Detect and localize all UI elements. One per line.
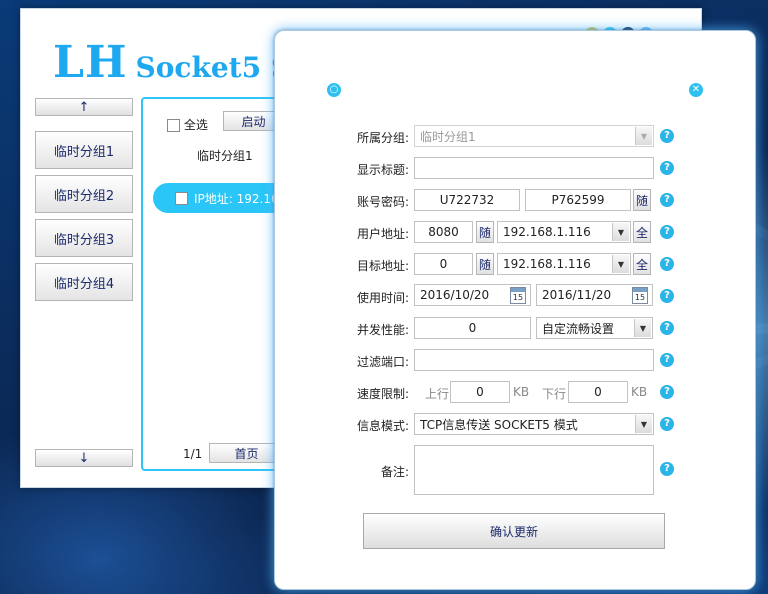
download-limit-input[interactable]: 0	[568, 381, 628, 403]
all-ip-button[interactable]: 全	[633, 253, 651, 275]
scroll-down-button[interactable]: ↓	[35, 449, 133, 467]
help-icon[interactable]: ?	[660, 225, 674, 239]
chevron-down-icon[interactable]: ▼	[612, 255, 629, 273]
upload-label: 上行	[425, 387, 450, 401]
target-ip-value: 192.168.1.116	[503, 257, 591, 271]
select-all[interactable]: 全选	[167, 116, 208, 133]
calendar-icon[interactable]: 15	[632, 287, 648, 304]
group-content-panel: 全选 启动 临时分组1 IP地址: 192.16 1/1 首页	[141, 97, 293, 471]
display-title-label: 显示标题:	[356, 163, 409, 177]
remark-textarea[interactable]	[414, 445, 654, 495]
random-port-button[interactable]: 随	[476, 253, 494, 275]
help-icon[interactable]: ?	[660, 129, 674, 143]
target-ip-select[interactable]: 192.168.1.116 ▼	[497, 253, 631, 275]
filter-port-label: 过滤端口:	[356, 355, 409, 369]
group-select: 临时分组1 ▼	[414, 125, 654, 147]
user-address-label: 用户地址:	[356, 227, 409, 241]
scroll-up-button[interactable]: ↑	[35, 98, 133, 116]
select-all-checkbox[interactable]	[167, 119, 180, 132]
target-port-input[interactable]: 0	[414, 253, 473, 275]
info-mode-select[interactable]: TCP信息传送 SOCKET5 模式 ▼	[414, 413, 654, 435]
home-page-button[interactable]: 首页	[209, 443, 283, 463]
fluency-mode-select[interactable]: 自定流畅设置 ▼	[536, 317, 653, 339]
group-button-2[interactable]: 临时分组2	[35, 175, 133, 213]
usage-time-label: 使用时间:	[356, 291, 409, 305]
info-mode-label: 信息模式:	[356, 419, 409, 433]
info-mode-value: TCP信息传送 SOCKET5 模式	[420, 417, 578, 432]
user-ip-value: 192.168.1.116	[503, 225, 591, 239]
page-indicator: 1/1	[183, 447, 203, 461]
user-ip-select[interactable]: 192.168.1.116 ▼	[497, 221, 631, 243]
concurrency-label: 并发性能:	[356, 323, 409, 337]
ip-item-checkbox[interactable]	[175, 191, 188, 205]
confirm-update-button[interactable]: 确认更新	[363, 513, 665, 549]
help-icon[interactable]: ?	[660, 417, 674, 431]
download-label: 下行	[542, 387, 567, 401]
start-date-value: 2016/10/20	[420, 288, 490, 302]
fluency-mode-value: 自定流畅设置	[542, 321, 615, 336]
calendar-icon[interactable]: 15	[510, 287, 526, 304]
help-icon[interactable]: ?	[660, 385, 674, 399]
group-button-3[interactable]: 临时分组3	[35, 219, 133, 257]
group-select-value: 临时分组1	[420, 129, 476, 144]
concurrency-input[interactable]: 0	[414, 317, 531, 339]
close-icon[interactable]: ✕	[689, 83, 703, 97]
user-port-input[interactable]: 8080	[414, 221, 473, 243]
group-button-1[interactable]: 临时分组1	[35, 131, 133, 169]
chevron-down-icon: ▼	[635, 127, 652, 145]
group-button-4[interactable]: 临时分组4	[35, 263, 133, 301]
all-ip-button[interactable]: 全	[633, 221, 651, 243]
filter-port-input[interactable]	[414, 349, 654, 371]
logo-lh: LH	[53, 37, 128, 88]
upload-limit-input[interactable]: 0	[450, 381, 510, 403]
speed-limit-label: 速度限制:	[356, 387, 409, 401]
edit-dialog: ○ ✕ 所属分组: 临时分组1 ▼ ? 显示标题: ? 账号密码: U72273…	[274, 30, 756, 590]
help-icon[interactable]: ?	[660, 289, 674, 303]
help-icon[interactable]: ?	[660, 193, 674, 207]
random-account-button[interactable]: 随	[633, 189, 651, 211]
account-label: 账号密码:	[356, 195, 409, 209]
help-icon[interactable]: ?	[660, 161, 674, 175]
group-title: 临时分组1	[197, 149, 253, 163]
remark-label: 备注:	[380, 465, 409, 479]
help-icon[interactable]: ?	[660, 462, 674, 476]
ip-list-item[interactable]: IP地址: 192.16	[153, 183, 293, 213]
download-unit: KB	[631, 385, 648, 399]
target-address-label: 目标地址:	[356, 259, 409, 273]
group-label: 所属分组:	[356, 131, 409, 145]
end-date-picker[interactable]: 2016/11/20 15	[536, 284, 653, 306]
settings-icon[interactable]: ○	[327, 83, 341, 97]
help-icon[interactable]: ?	[660, 321, 674, 335]
end-date-value: 2016/11/20	[542, 288, 612, 302]
password-input[interactable]: P762599	[525, 189, 631, 211]
ip-item-label: IP地址: 192.16	[194, 191, 279, 206]
chevron-down-icon[interactable]: ▼	[612, 223, 629, 241]
display-title-input[interactable]	[414, 157, 654, 179]
random-port-button[interactable]: 随	[476, 221, 494, 243]
select-all-label: 全选	[183, 118, 208, 132]
upload-unit: KB	[513, 385, 530, 399]
start-date-picker[interactable]: 2016/10/20 15	[414, 284, 531, 306]
help-icon[interactable]: ?	[660, 257, 674, 271]
username-input[interactable]: U722732	[414, 189, 520, 211]
chevron-down-icon[interactable]: ▼	[634, 319, 651, 337]
help-icon[interactable]: ?	[660, 353, 674, 367]
chevron-down-icon[interactable]: ▼	[635, 415, 652, 433]
